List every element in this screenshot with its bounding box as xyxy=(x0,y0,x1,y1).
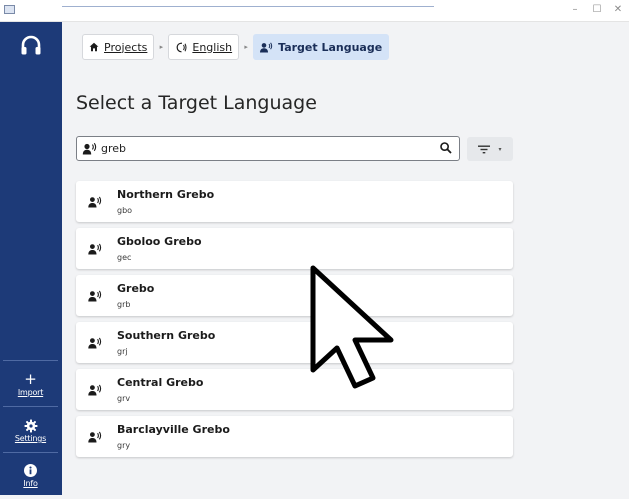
language-code: gbo xyxy=(117,206,133,215)
speaker-person-icon xyxy=(88,290,102,302)
page-title: Select a Target Language xyxy=(76,92,317,114)
info-icon xyxy=(3,459,58,479)
close-button[interactable]: ✕ xyxy=(610,3,626,17)
language-name: Grebo xyxy=(117,282,155,295)
language-code: grb xyxy=(117,300,131,309)
breadcrumb-target-language[interactable]: Target Language xyxy=(253,34,390,60)
language-row[interactable]: Central Grebo grv xyxy=(76,369,513,410)
chevron-right-icon: ▸ xyxy=(159,43,164,51)
breadcrumb-label: Projects xyxy=(104,40,148,54)
language-name: Gboloo Grebo xyxy=(117,235,202,248)
sidebar-divider xyxy=(3,452,58,453)
sidebar-item-label: Settings xyxy=(14,434,47,443)
speaker-person-icon xyxy=(88,196,102,208)
speech-icon xyxy=(175,42,187,53)
gear-icon xyxy=(3,414,58,434)
breadcrumb: Projects ▸ English ▸ Target Language xyxy=(82,34,390,60)
sidebar-divider xyxy=(3,406,58,407)
language-code: grj xyxy=(117,347,128,356)
breadcrumb-label: English xyxy=(192,40,233,54)
plus-icon: + xyxy=(24,370,37,388)
language-code: gec xyxy=(117,253,132,262)
language-row[interactable]: Gboloo Grebo gec xyxy=(76,228,513,269)
speaker-person-icon xyxy=(82,142,97,155)
title-bar-accent xyxy=(62,6,434,7)
maximize-button[interactable]: ☐ xyxy=(589,3,605,17)
language-search-box[interactable] xyxy=(76,136,460,161)
headphones-icon[interactable] xyxy=(17,32,45,60)
sidebar: + Import Settings Info xyxy=(0,22,62,495)
sidebar-item-info[interactable]: Info xyxy=(3,459,58,499)
chevron-right-icon: ▸ xyxy=(244,43,248,51)
language-code: grv xyxy=(117,394,131,403)
breadcrumb-label: Target Language xyxy=(278,40,383,54)
sidebar-item-import[interactable]: + Import xyxy=(3,368,58,408)
app-window: – ☐ ✕ + Import Settings Info Projects ▸ … xyxy=(0,0,629,495)
language-name: Southern Grebo xyxy=(117,329,216,342)
speaker-person-icon xyxy=(88,243,102,255)
speaker-person-icon xyxy=(260,42,273,53)
filter-button[interactable]: ▾ xyxy=(467,137,513,161)
language-row[interactable]: Barclayville Grebo gry xyxy=(76,416,513,457)
speaker-person-icon xyxy=(88,384,102,396)
sidebar-divider xyxy=(3,360,58,361)
language-row[interactable]: Northern Grebo gbo xyxy=(76,181,513,222)
sidebar-item-settings[interactable]: Settings xyxy=(3,414,58,454)
speaker-person-icon xyxy=(88,431,102,443)
search-icon[interactable] xyxy=(439,141,453,155)
mouse-pointer-icon xyxy=(310,265,394,389)
filter-icon xyxy=(478,145,491,153)
chevron-down-icon: ▾ xyxy=(498,145,502,153)
app-window-icon xyxy=(4,5,15,14)
home-icon xyxy=(89,42,99,52)
language-name: Barclayville Grebo xyxy=(117,423,230,436)
speaker-person-icon xyxy=(88,337,102,349)
minimize-button[interactable]: – xyxy=(567,3,583,17)
language-name: Northern Grebo xyxy=(117,188,215,201)
title-bar: – ☐ ✕ xyxy=(0,0,629,22)
breadcrumb-projects[interactable]: Projects xyxy=(82,34,155,60)
language-code: gry xyxy=(117,441,131,450)
language-row[interactable]: Southern Grebo grj xyxy=(76,322,513,363)
breadcrumb-english[interactable]: English xyxy=(168,34,240,60)
search-input[interactable] xyxy=(101,139,431,158)
sidebar-item-label: Info xyxy=(23,479,38,488)
language-results-list: Northern Grebo gbo Gboloo Grebo gec Greb… xyxy=(76,181,513,463)
language-name: Central Grebo xyxy=(117,376,204,389)
sidebar-item-label: Import xyxy=(17,388,44,397)
language-row[interactable]: Grebo grb xyxy=(76,275,513,316)
